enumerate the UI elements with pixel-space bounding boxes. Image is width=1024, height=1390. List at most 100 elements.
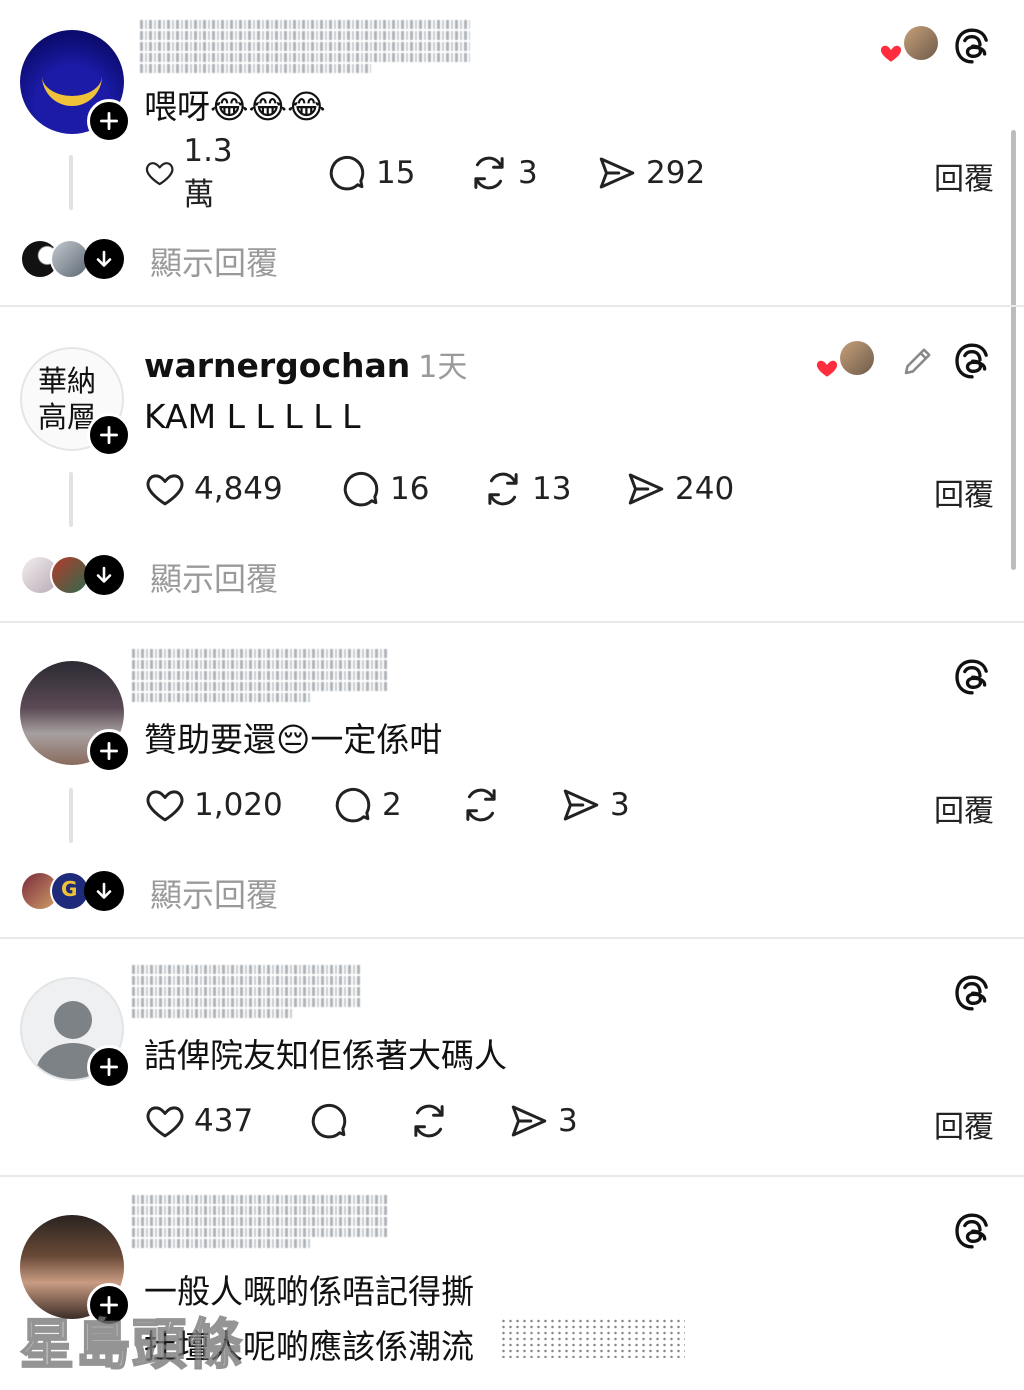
comment-2: 華納 高層 warnergochan 1天 KAM L L L L L 4,849… xyxy=(0,307,1024,621)
comment-icon xyxy=(332,784,374,826)
share-count: 292 xyxy=(646,155,706,191)
moon-logo xyxy=(42,70,102,106)
reply-button[interactable]: 回覆 xyxy=(934,470,994,514)
reply-count-button[interactable]: 15 xyxy=(326,148,415,198)
author-avatar xyxy=(840,341,874,375)
repost-button[interactable]: 3 xyxy=(468,148,538,198)
threads-icon[interactable] xyxy=(952,657,992,697)
avatar-calligraphy: 華納 高層 xyxy=(38,364,97,434)
repost-button[interactable] xyxy=(408,1096,458,1146)
edit-icon[interactable] xyxy=(900,343,936,379)
expand-replies-button[interactable] xyxy=(84,239,124,279)
heart-filled-icon xyxy=(879,44,903,64)
reply-avatars: G xyxy=(20,871,124,911)
plus-icon xyxy=(96,108,122,134)
comment-icon xyxy=(308,1100,350,1142)
default-avatar-head xyxy=(54,1001,92,1039)
reply-count-button[interactable]: 16 xyxy=(340,464,429,514)
share-count: 3 xyxy=(610,787,630,823)
send-icon xyxy=(508,1100,550,1142)
share-button[interactable]: 240 xyxy=(625,464,734,514)
heart-icon xyxy=(144,152,175,194)
like-button[interactable]: 1,020 xyxy=(144,780,283,830)
thread-line xyxy=(69,788,73,843)
send-icon xyxy=(625,468,667,510)
repost-count: 3 xyxy=(518,155,538,191)
heart-icon xyxy=(144,468,186,510)
blurred-username xyxy=(140,20,470,82)
comment-icon xyxy=(340,468,382,510)
comment-icon xyxy=(326,152,368,194)
reply-count-button[interactable]: 2 xyxy=(332,780,402,830)
username-row: warnergochan 1天 xyxy=(144,342,467,386)
share-count: 3 xyxy=(558,1103,578,1139)
plus-icon xyxy=(96,1054,122,1080)
send-icon xyxy=(596,152,638,194)
thread-line xyxy=(69,472,73,527)
repost-icon xyxy=(468,152,510,194)
share-button[interactable]: 292 xyxy=(596,148,705,198)
share-button[interactable]: 3 xyxy=(508,1096,578,1146)
mini-avatar-letter: G xyxy=(61,877,78,901)
threads-icon[interactable] xyxy=(952,973,992,1013)
author-avatar xyxy=(904,26,938,60)
like-count: 437 xyxy=(194,1103,254,1139)
like-count: 4,849 xyxy=(194,471,283,507)
liked-by-author-badge xyxy=(874,26,938,66)
plus-icon xyxy=(96,422,122,448)
like-count: 1,020 xyxy=(194,787,283,823)
comment-text: 喂呀😂😂😂 xyxy=(144,87,326,126)
thread-line xyxy=(69,155,73,210)
comment-text: 話俾院友知佢係著大碼人 xyxy=(144,1036,507,1075)
expand-replies-button[interactable] xyxy=(84,555,124,595)
show-replies-link[interactable]: 顯示回覆 xyxy=(150,238,278,284)
blurred-username xyxy=(132,965,362,1027)
share-count: 240 xyxy=(675,471,735,507)
reply-button[interactable]: 回覆 xyxy=(934,154,994,198)
reply-count-button[interactable] xyxy=(308,1096,358,1146)
send-icon xyxy=(560,784,602,826)
like-button[interactable]: 1.3萬 xyxy=(144,133,243,213)
plus-icon xyxy=(96,738,122,764)
follow-button[interactable] xyxy=(87,413,131,457)
show-replies-link[interactable]: 顯示回覆 xyxy=(150,870,278,916)
blurred-username xyxy=(132,1195,387,1257)
blurred-username xyxy=(132,649,387,711)
comment-1: 喂呀😂😂😂 1.3萬 15 3 292 回覆 顯示回覆 xyxy=(0,0,1024,305)
heart-icon xyxy=(144,784,186,826)
reply-count: 15 xyxy=(376,155,416,191)
share-button[interactable]: 3 xyxy=(560,780,630,830)
liked-by-author-badge xyxy=(814,341,876,381)
reply-button[interactable]: 回覆 xyxy=(934,1102,994,1146)
follow-button[interactable] xyxy=(87,729,131,773)
reply-avatars xyxy=(20,555,124,595)
repost-button[interactable] xyxy=(460,780,510,830)
like-button[interactable]: 437 xyxy=(144,1096,253,1146)
arrow-down-icon xyxy=(92,879,116,903)
heart-icon xyxy=(144,1100,186,1142)
username[interactable]: warnergochan xyxy=(144,346,410,385)
reply-avatars xyxy=(20,239,124,279)
follow-button[interactable] xyxy=(87,99,131,143)
like-button[interactable]: 4,849 xyxy=(144,464,283,514)
repost-button[interactable]: 13 xyxy=(482,464,571,514)
comment-3: 贊助要還😔一定係咁 1,020 2 3 回覆 G 顯示回覆 xyxy=(0,623,1024,937)
expand-replies-button[interactable] xyxy=(84,871,124,911)
heart-filled-icon xyxy=(815,359,839,379)
repost-count: 13 xyxy=(532,471,572,507)
comment-4: 話俾院友知佢係著大碼人 437 3 回覆 xyxy=(0,939,1024,1175)
redaction-noise xyxy=(500,1318,685,1358)
threads-icon[interactable] xyxy=(952,26,992,66)
threads-icon[interactable] xyxy=(952,341,992,381)
watermark-logo: 星島頭條 xyxy=(19,1312,244,1377)
comment-text: KAM L L L L L xyxy=(144,397,361,436)
timestamp: 1天 xyxy=(418,350,468,385)
like-count: 1.3萬 xyxy=(183,132,233,213)
follow-button[interactable] xyxy=(87,1045,131,1089)
repost-icon xyxy=(482,468,524,510)
reply-count: 16 xyxy=(390,471,430,507)
reply-button[interactable]: 回覆 xyxy=(934,786,994,830)
arrow-down-icon xyxy=(92,247,116,271)
show-replies-link[interactable]: 顯示回覆 xyxy=(150,554,278,600)
threads-icon[interactable] xyxy=(952,1211,992,1251)
